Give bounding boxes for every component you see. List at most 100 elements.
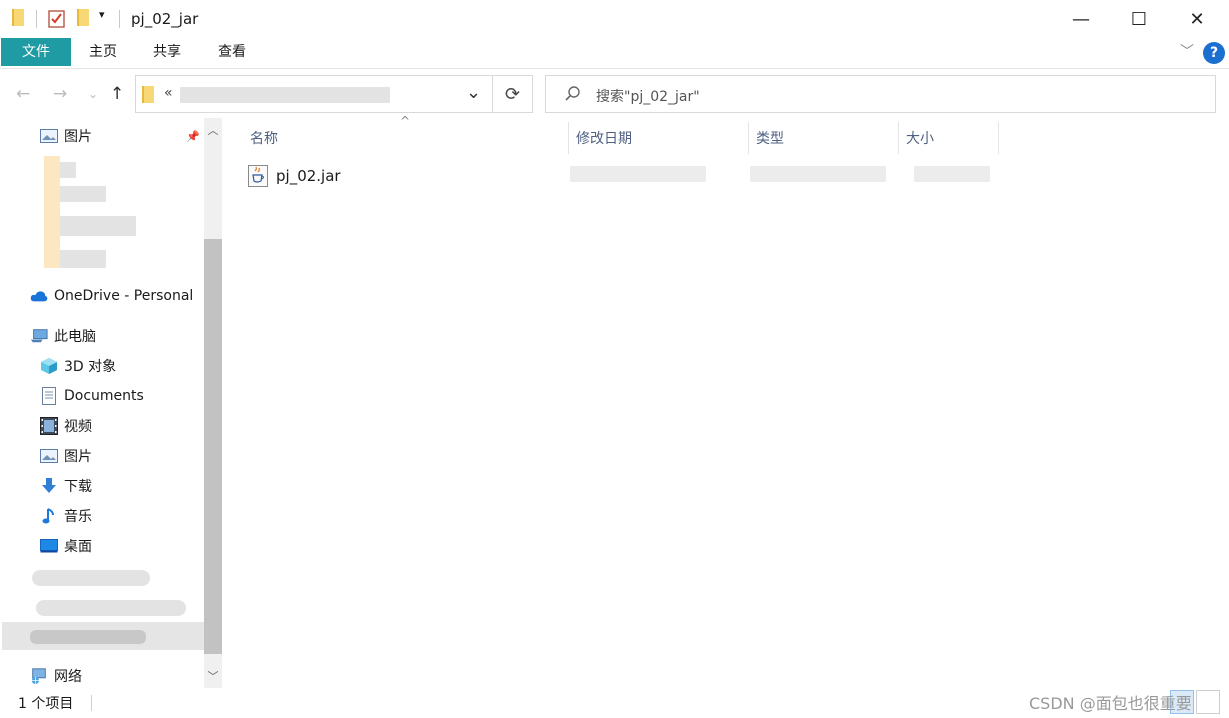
document-icon <box>40 387 58 405</box>
picture-icon <box>40 448 58 464</box>
sidebar-item-music[interactable]: 音乐 <box>0 502 204 530</box>
sidebar-item-onedrive[interactable]: OneDrive - Personal <box>0 282 204 310</box>
sort-ascending-icon: ^ <box>400 114 411 128</box>
address-dropdown-icon[interactable]: ⌄ <box>466 82 481 103</box>
help-button[interactable]: ? <box>1203 42 1225 64</box>
window-title: pj_02_jar <box>131 10 199 28</box>
music-icon <box>40 508 58 524</box>
blurred-drive[interactable] <box>32 570 150 586</box>
scroll-thumb[interactable] <box>204 239 222 654</box>
blurred-size <box>914 166 990 182</box>
sidebar-item-label: 下载 <box>64 479 92 495</box>
search-box[interactable]: 搜索"pj_02_jar" <box>545 75 1216 113</box>
folder-icon <box>142 86 154 103</box>
maximize-button[interactable]: ☐ <box>1110 0 1168 38</box>
pin-icon[interactable]: 📌 <box>186 130 200 143</box>
blurred-path <box>180 87 390 103</box>
large-icons-view-button[interactable] <box>1196 690 1220 714</box>
refresh-button[interactable]: ⟳ <box>493 75 533 113</box>
scroll-down-icon[interactable]: ﹀ <box>204 668 222 686</box>
blurred-folder-icons <box>44 156 60 268</box>
minimize-button[interactable]: — <box>1052 0 1110 38</box>
divider <box>91 695 92 711</box>
sidebar-item-label: 3D 对象 <box>64 359 117 375</box>
scroll-up-icon[interactable]: ︿ <box>204 122 222 140</box>
tab-home[interactable]: 主页 <box>80 38 126 66</box>
blurred-item[interactable] <box>60 216 136 236</box>
help-icon: ? <box>1203 42 1225 64</box>
column-header-size[interactable]: 大小 <box>906 128 934 162</box>
item-count: 1 个项目 <box>18 696 74 712</box>
sidebar-item-downloads[interactable]: 下载 <box>0 472 204 500</box>
sidebar-item-label: 网络 <box>54 669 82 685</box>
column-header-type[interactable]: 类型 <box>756 128 784 162</box>
desktop-icon <box>40 538 58 554</box>
download-icon <box>40 478 58 494</box>
computer-icon <box>30 328 48 344</box>
blurred-item[interactable] <box>60 186 106 202</box>
network-icon <box>30 668 48 685</box>
tab-file[interactable]: 文件 <box>1 38 71 66</box>
navigation-pane: 图片 📌 OneDrive - Personal 此电脑 3D 对象 Docum… <box>0 118 224 688</box>
blurred-drive[interactable] <box>36 600 186 616</box>
divider <box>119 10 120 28</box>
tab-share[interactable]: 共享 <box>144 38 190 66</box>
blurred-item[interactable] <box>60 250 106 268</box>
ribbon: 文件 主页 共享 查看 ﹀ ? <box>0 38 1229 69</box>
blurred-item[interactable] <box>60 162 76 178</box>
sidebar-item-videos[interactable]: 视频 <box>0 412 204 440</box>
new-folder-icon[interactable] <box>77 9 89 26</box>
sidebar-item-label: OneDrive - Personal <box>54 288 194 304</box>
file-name: pj_02.jar <box>276 167 341 185</box>
sidebar-item-3d-objects[interactable]: 3D 对象 <box>0 352 204 380</box>
column-header-name[interactable]: 名称 <box>250 128 278 162</box>
column-divider[interactable] <box>898 122 899 154</box>
sidebar-item-label: 桌面 <box>64 539 92 555</box>
forward-arrow-icon[interactable]: → <box>53 84 67 104</box>
sidebar-item-label: Documents <box>64 388 144 404</box>
tab-view[interactable]: 查看 <box>209 38 255 66</box>
sidebar-item-pictures-pinned[interactable]: 图片 📌 <box>0 122 204 150</box>
recent-locations-chevron-icon[interactable]: ⌄ <box>88 87 98 101</box>
blurred-drive-label <box>30 630 146 644</box>
folder-icon <box>12 9 24 26</box>
title-bar: ▾ pj_02_jar — ☐ ✕ <box>0 0 1229 38</box>
expand-ribbon-icon[interactable]: ﹀ <box>1180 41 1194 61</box>
picture-icon <box>40 128 58 144</box>
properties-icon[interactable] <box>48 8 66 32</box>
sidebar-scrollbar[interactable]: ︿ ﹀ <box>204 118 222 688</box>
status-bar: 1 个项目 CSDN @面包也很重要 <box>0 690 1229 718</box>
quick-access-dropdown-icon[interactable]: ▾ <box>99 8 105 21</box>
cube-3d-icon <box>40 358 58 374</box>
overflow-chevron[interactable]: « <box>164 85 173 101</box>
sidebar-item-label: 视频 <box>64 419 92 435</box>
blurred-modified-date <box>570 166 706 182</box>
file-row[interactable]: pj_02.jar <box>248 162 341 190</box>
sidebar-item-network[interactable]: 网络 <box>0 662 204 690</box>
column-divider[interactable] <box>568 122 569 154</box>
back-arrow-icon[interactable]: ← <box>16 84 30 104</box>
watermark: CSDN @面包也很重要 <box>1029 694 1192 713</box>
close-button[interactable]: ✕ <box>1168 0 1226 38</box>
sidebar-item-pictures[interactable]: 图片 <box>0 442 204 470</box>
column-divider[interactable] <box>748 122 749 154</box>
sidebar-item-label: 此电脑 <box>54 329 96 345</box>
sidebar-item-label: 音乐 <box>64 509 92 525</box>
java-jar-icon <box>248 165 268 187</box>
sidebar-item-selected-drive[interactable] <box>2 622 204 650</box>
video-icon <box>40 417 58 435</box>
divider <box>36 10 37 28</box>
sidebar-item-desktop[interactable]: 桌面 <box>0 532 204 560</box>
sidebar-item-label: 图片 <box>64 449 92 465</box>
sidebar-item-documents[interactable]: Documents <box>0 382 204 410</box>
column-divider[interactable] <box>998 122 999 154</box>
sidebar-item-this-pc[interactable]: 此电脑 <box>0 322 204 350</box>
address-bar[interactable]: « ⌄ <box>135 75 493 113</box>
search-placeholder: 搜索"pj_02_jar" <box>596 89 700 105</box>
search-icon <box>564 85 582 107</box>
sidebar-item-label: 图片 <box>64 129 92 145</box>
blurred-type <box>750 166 886 182</box>
up-arrow-icon[interactable]: ↑ <box>110 84 124 104</box>
column-header-modified[interactable]: 修改日期 <box>576 128 632 162</box>
address-row: ← → ⌄ ↑ « ⌄ ⟳ 搜索"pj_02_jar" <box>0 70 1229 118</box>
